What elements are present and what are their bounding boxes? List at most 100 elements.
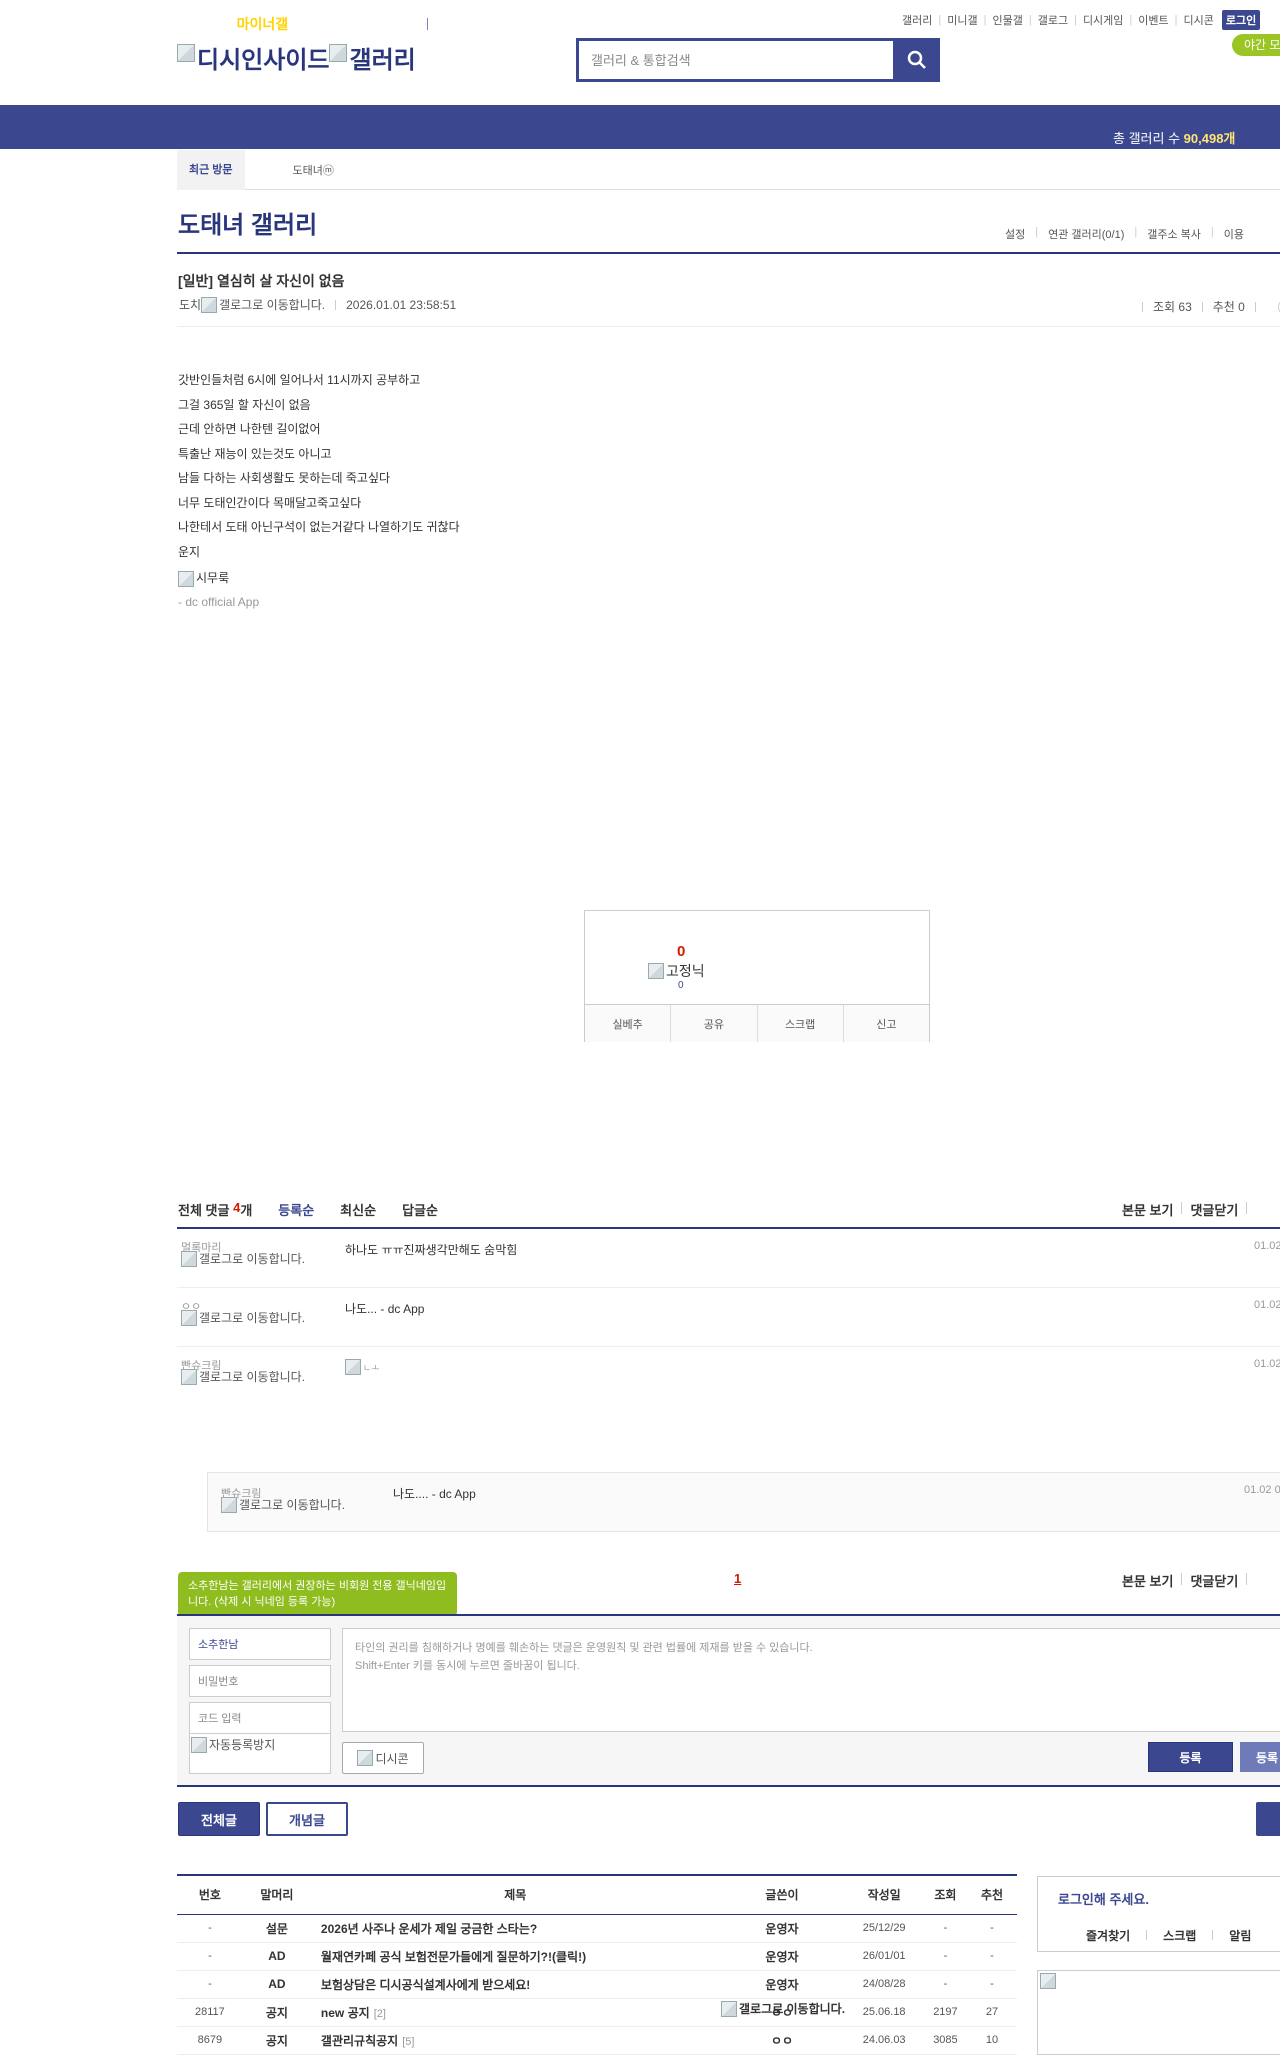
search-input[interactable] bbox=[579, 41, 893, 79]
gallery-settings-link[interactable]: 설정 bbox=[1005, 226, 1025, 242]
comment-gallog-image[interactable]: 갤로그로 이동합니다. bbox=[181, 1251, 311, 1267]
post-author[interactable]: 도치 bbox=[179, 296, 201, 313]
post-body-line: 갓반인들처럼 6시에 일어나서 11시까지 공부하고 bbox=[178, 373, 421, 387]
search-button[interactable] bbox=[893, 41, 937, 79]
close-comments-link-bottom[interactable]: 댓글닫기 bbox=[1190, 1571, 1238, 1590]
util-link-minigall[interactable]: 미니갤 bbox=[947, 12, 977, 28]
comment-reply-row: 빤슈크림 갤로그로 이동합니다. 나도.... - dc App 01.02 0 bbox=[207, 1472, 1280, 1532]
nav-item-mini[interactable]: 미니갤 bbox=[308, 14, 347, 34]
view-post-link-bottom[interactable]: 본문 보기 bbox=[1122, 1571, 1173, 1590]
comment-total-unit: 개 bbox=[240, 1203, 253, 1218]
row-writer[interactable]: ㅇㅇ bbox=[719, 2026, 845, 2055]
night-mode-toggle[interactable]: 야간 모드 bbox=[1232, 34, 1280, 56]
related-gallery-link[interactable]: 연관 갤러리(0/1) bbox=[1048, 226, 1124, 242]
nav-item-minor[interactable]: 마이너갤 bbox=[237, 14, 289, 34]
row-writer[interactable]: 운영자 bbox=[719, 1914, 845, 1943]
comment-gallog-image[interactable]: 갤로그로 이동합니다. bbox=[181, 1369, 311, 1385]
table-row[interactable]: - 설문 2026년 사주나 운세가 제일 궁금한 스타는? 운영자 25/12… bbox=[177, 1914, 1017, 1943]
site-logo[interactable]: 디시인사이드 갤러리 bbox=[177, 40, 416, 75]
favorites-link[interactable]: 즐겨찾기 bbox=[1086, 1927, 1130, 1944]
post-body-line: 그걸 365일 할 자신이 없음 bbox=[178, 397, 311, 412]
comment-gallog-image[interactable]: 갤로그로 이동합니다. bbox=[181, 1310, 311, 1326]
row-subject-text[interactable]: new 공지 bbox=[321, 2006, 370, 2020]
nav-item-gallery[interactable]: 갤러리 bbox=[178, 14, 217, 34]
post-signature: - dc official App bbox=[178, 595, 260, 609]
recent-visit-item[interactable]: 도태녀ⓜ bbox=[293, 162, 334, 178]
row-subject[interactable]: new 공지 [2] bbox=[310, 1998, 720, 2027]
search-icon bbox=[907, 50, 926, 69]
sort-by-reply[interactable]: 답글순 bbox=[402, 1200, 438, 1219]
close-comments-link[interactable]: 댓글닫기 bbox=[1190, 1200, 1238, 1219]
share-button[interactable]: 공유 bbox=[671, 1005, 758, 1042]
row-reply-count[interactable]: [5] bbox=[402, 2036, 414, 2048]
row-subject-text[interactable]: 갤관리규칙공지 bbox=[321, 2034, 398, 2048]
fixed-nick-recommend-button[interactable]: 고정닉 bbox=[648, 961, 705, 981]
tab-concept-posts[interactable]: 개념글 bbox=[266, 1802, 348, 1836]
reply-gallog-image[interactable]: 갤로그로 이동합니다. bbox=[221, 1497, 351, 1513]
gallery-usage-link[interactable]: 이용 bbox=[1224, 226, 1244, 242]
table-row[interactable]: - AD 월재연카페 공식 보험전문가들에게 질문하기?!(클릭!) 운영자 2… bbox=[177, 1942, 1017, 1971]
comment-dccon-image[interactable]: ㄴㅗ bbox=[345, 1359, 380, 1375]
captcha-code-input[interactable]: 코드 입력 bbox=[189, 1702, 331, 1734]
table-row[interactable]: - AD 보험상담은 디시공식설계사에게 받으세요! 운영자 24/08/28 … bbox=[177, 1970, 1017, 1999]
author-gallog-image[interactable]: 갤로그로 이동합니다. bbox=[201, 296, 325, 313]
dccon-button[interactable]: 디시콘 bbox=[342, 1742, 424, 1774]
row-recommend: 27 bbox=[967, 1998, 1017, 2027]
tab-all-posts[interactable]: 전체글 bbox=[178, 1802, 260, 1836]
util-link-gallog[interactable]: 갤로그 bbox=[1038, 12, 1068, 28]
table-row[interactable]: 28117 공지 new 공지 [2] ㅇㅇ 25.06.18 2197 27 bbox=[177, 1998, 1017, 2027]
row-date: 24.06.03 bbox=[844, 2026, 924, 2055]
col-views: 조회 bbox=[923, 1876, 967, 1915]
util-link-persongall[interactable]: 인물갤 bbox=[992, 12, 1022, 28]
write-post-button[interactable] bbox=[1256, 1802, 1280, 1836]
copy-gallery-url-link[interactable]: 갤주소 복사 bbox=[1147, 226, 1201, 242]
gallery-title[interactable]: 도태녀 갤러리 bbox=[178, 205, 317, 240]
row-subject[interactable]: 2026년 사주나 운세가 제일 궁금한 스타는? bbox=[310, 1914, 720, 1943]
row-subject[interactable]: 갤관리규칙공지 [5] bbox=[310, 2026, 720, 2055]
recommend-count: 0 bbox=[677, 943, 686, 960]
comment-submit-recommend-button[interactable]: 등록 bbox=[1240, 1742, 1280, 1772]
nav-item-gallog[interactable]: 갤로그 bbox=[448, 14, 487, 34]
row-writer[interactable]: 운영자 bbox=[719, 1942, 845, 1971]
writer-gallog-image[interactable]: 갤로그로 이동합니다. bbox=[721, 2000, 845, 2017]
scrap-link[interactable]: 스크랩 bbox=[1163, 1927, 1196, 1944]
util-link-game[interactable]: 디시게임 bbox=[1083, 12, 1123, 28]
main-navbar bbox=[0, 105, 1280, 149]
password-input[interactable]: 비밀번호 bbox=[189, 1665, 331, 1697]
util-link-dccon[interactable]: 디시콘 bbox=[1184, 12, 1214, 28]
recent-visit-tab[interactable]: 최근 방문 bbox=[177, 149, 245, 190]
realtime-best-button[interactable]: 실베추 bbox=[585, 1005, 672, 1042]
comment-footer-links: 본문 보기 댓글닫기 bbox=[1122, 1571, 1255, 1590]
row-subject[interactable]: 보험상담은 디시공식설계사에게 받으세요! bbox=[310, 1970, 720, 1999]
row-subject[interactable]: 월재연카페 공식 보험전문가들에게 질문하기?!(클릭!) bbox=[310, 1942, 720, 1971]
table-row[interactable]: 8679 공지 갤관리규칙공지 [5] ㅇㅇ 24.06.03 3085 10 bbox=[177, 2026, 1017, 2055]
login-button[interactable]: 로그인 bbox=[1221, 10, 1261, 30]
util-link-gallery[interactable]: 갤러리 bbox=[902, 12, 932, 28]
notification-link[interactable]: 알림 bbox=[1229, 1927, 1251, 1944]
comment-text: 나도... - dc App bbox=[345, 1302, 425, 1316]
post-date: 2026.01.01 23:58:51 bbox=[346, 297, 457, 312]
row-reply-count[interactable]: [2] bbox=[374, 2008, 386, 2020]
post-image[interactable]: 시무룩 bbox=[178, 570, 229, 587]
col-head: 말머리 bbox=[242, 1876, 311, 1915]
nav-item-person[interactable]: 인물갤 bbox=[367, 14, 406, 34]
logo-image-gallery: 갤러리 bbox=[329, 40, 415, 75]
row-head: AD bbox=[242, 1970, 311, 1999]
guest-nick-input[interactable]: 소추한남 bbox=[189, 1628, 331, 1660]
row-writer[interactable]: 운영자 bbox=[719, 1970, 845, 1999]
comment-submit-button[interactable]: 등록 bbox=[1148, 1742, 1233, 1772]
nav-divider bbox=[427, 18, 429, 30]
sort-by-latest[interactable]: 최신순 bbox=[340, 1200, 376, 1219]
login-prompt[interactable]: 로그인해 주세요. bbox=[1058, 1889, 1149, 1908]
util-link-event[interactable]: 이벤트 bbox=[1138, 12, 1168, 28]
view-post-link[interactable]: 본문 보기 bbox=[1122, 1200, 1173, 1219]
sort-by-register[interactable]: 등록순 bbox=[278, 1200, 314, 1219]
sidebar-ad-image[interactable] bbox=[1037, 1970, 1280, 2055]
comment-textarea[interactable]: 타인의 권리를 침해하거나 명예를 훼손하는 댓글은 운영원칙 및 관련 법률에… bbox=[342, 1628, 1280, 1732]
title-divider bbox=[177, 252, 1280, 254]
scrap-button[interactable]: 스크랩 bbox=[758, 1005, 844, 1042]
report-button[interactable]: 신고 bbox=[844, 1005, 929, 1042]
comment-text: 하나도 ㅠㅠ진짜생각만해도 숨막힘 bbox=[345, 1243, 518, 1257]
row-date: 26/01/01 bbox=[844, 1942, 924, 1971]
comment-page-number[interactable]: 1 bbox=[734, 1571, 741, 1586]
